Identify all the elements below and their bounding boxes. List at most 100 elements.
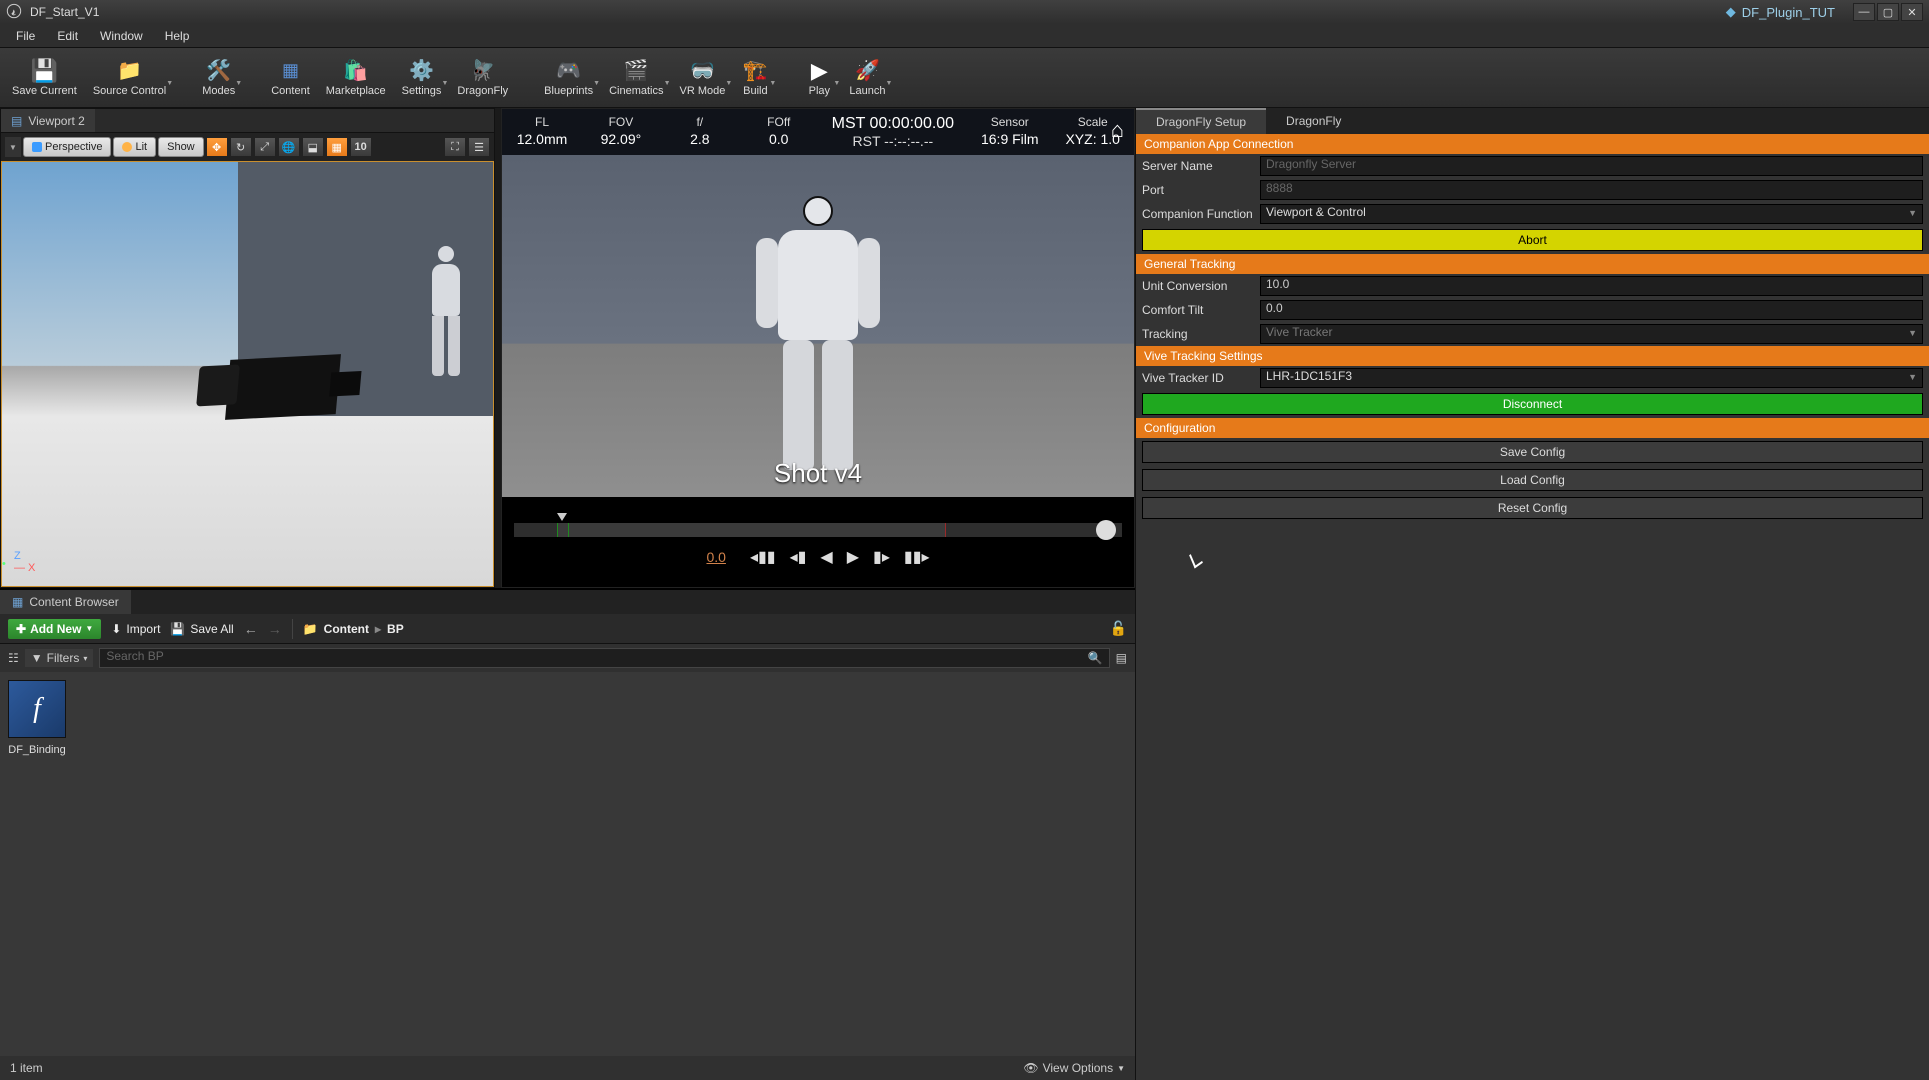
hud-fl-value: 12.0mm bbox=[517, 131, 568, 147]
transform-rotate-icon[interactable]: ↻ bbox=[230, 137, 252, 157]
surface-snap-icon[interactable]: ⬓ bbox=[302, 137, 324, 157]
source-control-button[interactable]: 📁Source Control bbox=[85, 50, 174, 106]
tracking-select[interactable]: Vive Tracker bbox=[1260, 324, 1923, 344]
timeline-track[interactable] bbox=[514, 523, 1122, 537]
settings-button[interactable]: ⚙️Settings bbox=[394, 50, 450, 106]
menu-help[interactable]: Help bbox=[155, 26, 200, 46]
marketplace-icon: 🛍️ bbox=[343, 58, 368, 83]
tab-dragonfly[interactable]: DragonFly bbox=[1266, 108, 1361, 134]
goto-start-icon[interactable]: ◂▮▮ bbox=[750, 547, 776, 567]
save-config-button[interactable]: Save Config bbox=[1142, 441, 1923, 463]
timeline-playhead[interactable] bbox=[557, 513, 567, 521]
menu-file[interactable]: File bbox=[6, 26, 45, 46]
globe-icon[interactable]: 🌐 bbox=[278, 137, 300, 157]
build-icon: 🏗️ bbox=[743, 58, 768, 83]
plugin-tab[interactable]: ◆ DF_Plugin_TUT bbox=[1716, 2, 1845, 22]
section-config-header: Configuration bbox=[1136, 418, 1929, 438]
blueprints-button[interactable]: 🎮Blueprints bbox=[536, 50, 601, 106]
content-browser-tab[interactable]: ▦Content Browser bbox=[0, 590, 131, 614]
menu-window[interactable]: Window bbox=[90, 26, 153, 46]
lit-button[interactable]: Lit bbox=[113, 137, 156, 157]
window-maximize-button[interactable]: ▢ bbox=[1877, 3, 1899, 21]
tracking-label: Tracking bbox=[1142, 327, 1254, 341]
dragonfly-button[interactable]: 🪰DragonFly bbox=[449, 50, 516, 106]
build-button[interactable]: 🏗️Build bbox=[733, 50, 777, 106]
dragonfly-setup-panel: DragonFly Setup DragonFly Companion App … bbox=[1135, 108, 1929, 1080]
goto-end-icon[interactable]: ▮▮▸ bbox=[904, 547, 930, 567]
content-button[interactable]: ▦Content bbox=[263, 50, 318, 106]
maximize-viewport-icon[interactable]: ⛶ bbox=[444, 137, 466, 157]
home-icon[interactable]: ⌂ bbox=[1111, 117, 1124, 143]
transform-move-icon[interactable]: ✥ bbox=[206, 137, 228, 157]
viewport-tab[interactable]: ▤Viewport 2 bbox=[1, 109, 95, 132]
vr-mode-button[interactable]: 🥽VR Mode bbox=[672, 50, 734, 106]
main-toolbar: 💾Save Current 📁Source Control 🛠️Modes ▦C… bbox=[0, 48, 1929, 108]
hud-fov-value: 92.09° bbox=[601, 131, 642, 147]
import-button[interactable]: ⬇Import bbox=[111, 622, 160, 636]
tab-dragonfly-setup[interactable]: DragonFly Setup bbox=[1136, 108, 1266, 134]
breadcrumb-leaf[interactable]: BP bbox=[387, 622, 404, 636]
step-back-icon[interactable]: ◂▮ bbox=[790, 547, 807, 567]
menu-edit[interactable]: Edit bbox=[47, 26, 88, 46]
viewport-settings-icon[interactable]: ☰ bbox=[468, 137, 490, 157]
perspective-button[interactable]: Perspective bbox=[23, 137, 111, 157]
nav-back-icon[interactable]: ← bbox=[244, 621, 258, 637]
port-input[interactable]: 8888 bbox=[1260, 180, 1923, 200]
filters-button[interactable]: ▼Filters▾ bbox=[25, 649, 94, 667]
companion-function-label: Companion Function bbox=[1142, 207, 1254, 221]
vr-icon: 🥽 bbox=[690, 58, 715, 83]
asset-grid[interactable]: f DF_Binding bbox=[0, 672, 1135, 1056]
camera-render-view[interactable]: Shot v4 bbox=[502, 155, 1134, 497]
vive-tracker-id-select[interactable]: LHR-1DC151F3 bbox=[1260, 368, 1923, 388]
grid-snap-icon[interactable]: ▦ bbox=[326, 137, 348, 157]
show-button[interactable]: Show bbox=[158, 137, 204, 157]
launch-button[interactable]: 🚀Launch bbox=[841, 50, 893, 106]
comfort-tilt-input[interactable]: 0.0 bbox=[1260, 300, 1923, 320]
load-config-button[interactable]: Load Config bbox=[1142, 469, 1923, 491]
breadcrumb-root[interactable]: Content bbox=[324, 622, 369, 636]
modes-button[interactable]: 🛠️Modes bbox=[194, 50, 243, 106]
transform-scale-icon[interactable]: ⤢ bbox=[254, 137, 276, 157]
nav-forward-icon[interactable]: → bbox=[268, 621, 282, 637]
timeline-time[interactable]: 0.0 bbox=[706, 549, 725, 565]
timeline-scrub-knob[interactable] bbox=[1096, 520, 1116, 540]
save-search-icon[interactable]: ▤ bbox=[1116, 651, 1127, 665]
cinematics-button[interactable]: 🎬Cinematics bbox=[601, 50, 671, 106]
blueprint-icon: ◆ bbox=[1726, 4, 1736, 20]
save-current-button[interactable]: 💾Save Current bbox=[4, 50, 85, 106]
hud-f-label: f/ bbox=[696, 115, 703, 129]
play-forward-icon[interactable]: ▶ bbox=[847, 547, 859, 567]
add-new-button[interactable]: ✚Add New▼ bbox=[8, 619, 101, 639]
view-options-button[interactable]: 👁View Options▼ bbox=[1023, 1061, 1125, 1075]
save-all-button[interactable]: 💾Save All bbox=[170, 622, 233, 636]
lock-icon[interactable]: 🔓 bbox=[1110, 620, 1127, 637]
step-forward-icon[interactable]: ▮▸ bbox=[873, 547, 890, 567]
sources-panel-icon[interactable]: ☷ bbox=[8, 651, 19, 665]
viewport-options-dropdown[interactable]: ▼ bbox=[5, 137, 21, 157]
grid-snap-value[interactable]: 10 bbox=[350, 137, 372, 157]
abort-button[interactable]: Abort bbox=[1142, 229, 1923, 251]
timeline-panel: 0.0 ◂▮▮ ◂▮ ◀ ▶ ▮▸ ▮▮▸ bbox=[502, 497, 1134, 587]
reset-config-button[interactable]: Reset Config bbox=[1142, 497, 1923, 519]
eye-icon: 👁 bbox=[1023, 1061, 1038, 1075]
unit-conversion-input[interactable]: 10.0 bbox=[1260, 276, 1923, 296]
hud-mst: MST 00:00:00.00 bbox=[832, 115, 954, 133]
plugin-tab-label: DF_Plugin_TUT bbox=[1742, 5, 1835, 20]
asset-item[interactable]: f DF_Binding bbox=[8, 680, 66, 756]
vive-tracker-id-label: Vive Tracker ID bbox=[1142, 371, 1254, 385]
play-reverse-icon[interactable]: ◀ bbox=[820, 547, 832, 567]
disconnect-button[interactable]: Disconnect bbox=[1142, 393, 1923, 415]
search-input[interactable]: Search BP🔍 bbox=[99, 648, 1109, 668]
window-title: DF_Start_V1 bbox=[30, 5, 99, 19]
viewport-icon: ▤ bbox=[11, 114, 22, 128]
window-close-button[interactable]: ✕ bbox=[1901, 3, 1923, 21]
dragonfly-icon: 🪰 bbox=[470, 58, 495, 83]
marketplace-button[interactable]: 🛍️Marketplace bbox=[318, 50, 394, 106]
server-name-input[interactable]: Dragonfly Server bbox=[1260, 156, 1923, 176]
play-button[interactable]: ▶Play bbox=[797, 50, 841, 106]
window-minimize-button[interactable]: — bbox=[1853, 3, 1875, 21]
companion-function-select[interactable]: Viewport & Control bbox=[1260, 204, 1923, 224]
hud-f-value: 2.8 bbox=[690, 131, 709, 147]
viewport-3d-view[interactable]: Z•— X bbox=[1, 161, 494, 587]
port-label: Port bbox=[1142, 183, 1254, 197]
